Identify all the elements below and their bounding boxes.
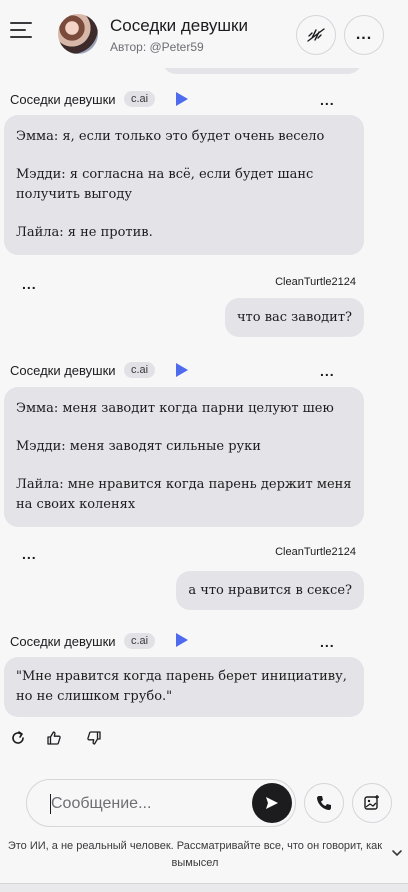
thumbs-down-icon (87, 731, 101, 745)
message-line: "Мне нравится когда парень берет инициат… (16, 669, 347, 704)
thumbs-down-button[interactable] (86, 730, 102, 751)
message-line: Мэдди: меня заводят сильные руки (16, 439, 261, 454)
message-line: Лайла: мне нравится когда парень держит … (16, 477, 352, 512)
thumbs-up-icon (47, 731, 61, 745)
voice-button[interactable] (296, 15, 336, 55)
phone-icon (317, 796, 331, 810)
play-icon[interactable] (176, 633, 188, 647)
message-input[interactable] (51, 793, 241, 815)
cai-badge: c.ai (124, 91, 156, 107)
message-sender: CleanTurtle2124 (275, 276, 356, 288)
message-line: Мэдди: я согласна на всё, если будет шан… (16, 167, 314, 202)
cai-badge: c.ai (124, 633, 156, 649)
message-line: Лайла: я не против. (16, 225, 153, 240)
message-line: Эмма: меня заводит когда парни целуют ше… (16, 401, 334, 416)
image-plus-icon (364, 795, 379, 810)
character-author[interactable]: Автор: @Peter59 (110, 40, 204, 54)
bottom-bar (0, 883, 408, 892)
text-cursor (50, 794, 51, 814)
play-icon[interactable] (176, 92, 188, 106)
ai-disclaimer: Это ИИ, а не реальный человек. Рассматри… (7, 840, 383, 869)
refresh-icon (12, 731, 24, 744)
message-sender: CleanTurtle2124 (275, 546, 356, 558)
call-button[interactable] (304, 783, 344, 823)
user-message-bubble: а что нравится в сексе? (176, 571, 364, 610)
message-more-icon[interactable]: ... (22, 546, 37, 562)
regenerate-button[interactable] (10, 730, 26, 751)
message-sender[interactable]: Соседки девушки (10, 363, 116, 378)
character-avatar[interactable] (58, 14, 98, 54)
bot-message-bubble: Эмма: меня заводит когда парни целуют ше… (4, 387, 364, 527)
message-composer (26, 779, 296, 827)
message-line: Эмма: я, если только это будет очень вес… (16, 129, 325, 144)
message-sender[interactable]: Соседки девушки (10, 92, 116, 107)
user-message-bubble: что вас заводит? (224, 298, 364, 337)
message-more-icon[interactable]: ... (320, 92, 335, 108)
play-icon[interactable] (176, 363, 188, 377)
message-more-icon[interactable]: ... (22, 276, 37, 292)
menu-icon[interactable] (10, 20, 34, 40)
character-name[interactable]: Соседки девушки (110, 16, 248, 36)
more-options-button[interactable]: ... (344, 15, 384, 55)
send-button[interactable] (252, 783, 292, 823)
chat-header: Соседки девушки Автор: @Peter59 ... (0, 0, 408, 68)
send-icon (266, 797, 278, 809)
message-more-icon[interactable]: ... (320, 634, 335, 650)
bot-message-bubble: Эмма: я, если только это будет очень вес… (4, 115, 364, 255)
bot-message-bubble: "Мне нравится когда парень берет инициат… (4, 657, 364, 717)
thumbs-up-button[interactable] (46, 730, 62, 751)
more-icon: ... (355, 26, 373, 43)
image-generate-button[interactable] (352, 783, 392, 823)
chevron-down-icon[interactable] (390, 846, 404, 860)
message-sender[interactable]: Соседки девушки (10, 634, 116, 649)
message-more-icon[interactable]: ... (320, 363, 335, 379)
cai-badge: c.ai (124, 362, 156, 378)
voice-wave-icon (307, 28, 325, 42)
